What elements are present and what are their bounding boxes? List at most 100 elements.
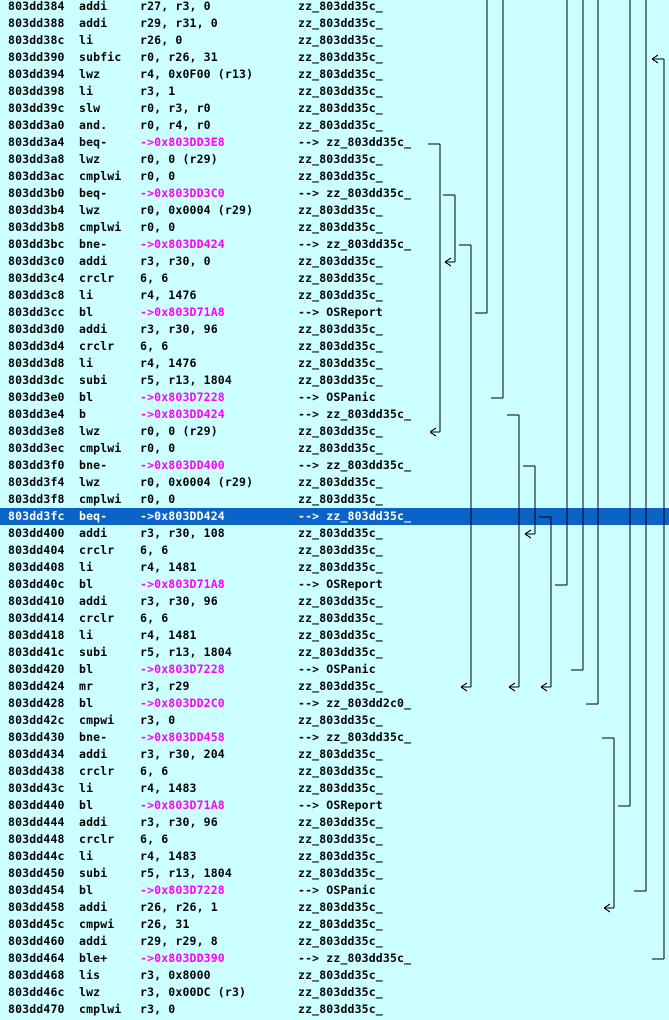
- instruction-operands: ->0x803D71A8: [140, 798, 225, 812]
- instruction-target: zz_803dd35c_: [298, 492, 383, 506]
- instruction-address: 803dd3bc: [8, 237, 65, 251]
- instruction-row[interactable]: 803dd3dc subi r5, r13, 1804 zz_803dd35c_: [0, 372, 669, 389]
- instruction-operands: ->0x803D71A8: [140, 577, 225, 591]
- instruction-row[interactable]: 803dd3cc bl ->0x803D71A8 --> OSReport: [0, 304, 669, 321]
- instruction-row[interactable]: 803dd3d4 crclr 6, 6 zz_803dd35c_: [0, 338, 669, 355]
- instruction-row[interactable]: 803dd3a4 beq- ->0x803DD3E8 --> zz_803dd35c_: [0, 134, 669, 151]
- instruction-row[interactable]: 803dd3d0 addi r3, r30, 96 zz_803dd35c_: [0, 321, 669, 338]
- instruction-operands: r3, r30, 96: [140, 322, 218, 336]
- instruction-row[interactable]: 803dd3bc bne- ->0x803DD424 --> zz_803dd35c_: [0, 236, 669, 253]
- instruction-operands: r26, 31: [140, 917, 190, 931]
- instruction-mnemonic: li: [79, 628, 94, 642]
- instruction-address: 803dd3d4: [8, 339, 65, 353]
- instruction-row[interactable]: 803dd43c li r4, 1483 zz_803dd35c_: [0, 780, 669, 797]
- instruction-mnemonic: b: [79, 407, 87, 421]
- instruction-row[interactable]: 803dd3f0 bne- ->0x803DD400 --> zz_803dd35c_: [0, 457, 669, 474]
- instruction-target: zz_803dd35c_: [298, 33, 383, 47]
- instruction-row[interactable]: 803dd398 li r3, 1 zz_803dd35c_: [0, 83, 669, 100]
- instruction-row-selected[interactable]: 803dd3fc beq- ->0x803DD424 --> zz_803dd35c_: [0, 508, 669, 525]
- instruction-row[interactable]: 803dd38c li r26, 0 zz_803dd35c_: [0, 32, 669, 49]
- instruction-operands: ->0x803D7228: [140, 662, 225, 676]
- instruction-target: zz_803dd35c_: [298, 560, 383, 574]
- instruction-address: 803dd44c: [8, 849, 65, 863]
- instruction-row[interactable]: 803dd384 addi r27, r3, 0 zz_803dd35c_: [0, 0, 669, 15]
- instruction-target: zz_803dd35c_: [298, 50, 383, 64]
- instruction-row[interactable]: 803dd404 crclr 6, 6 zz_803dd35c_: [0, 542, 669, 559]
- instruction-row[interactable]: 803dd390 subfic r0, r26, 31 zz_803dd35c_: [0, 49, 669, 66]
- instruction-row[interactable]: 803dd3c8 li r4, 1476 zz_803dd35c_: [0, 287, 669, 304]
- instruction-row[interactable]: 803dd428 bl ->0x803DD2C0 --> zz_803dd2c0_: [0, 695, 669, 712]
- instruction-row[interactable]: 803dd418 li r4, 1481 zz_803dd35c_: [0, 627, 669, 644]
- instruction-address: 803dd420: [8, 662, 65, 676]
- instruction-operands: ->0x803DD424: [140, 509, 225, 523]
- instruction-row[interactable]: 803dd430 bne- ->0x803DD458 --> zz_803dd35c_: [0, 729, 669, 746]
- instruction-row[interactable]: 803dd3ac cmplwi r0, 0 zz_803dd35c_: [0, 168, 669, 185]
- instruction-address: 803dd3d8: [8, 356, 65, 370]
- instruction-row[interactable]: 803dd460 addi r29, r29, 8 zz_803dd35c_: [0, 933, 669, 950]
- instruction-operands: r0, 0x0004 (r29): [140, 203, 254, 217]
- instruction-row[interactable]: 803dd3c4 crclr 6, 6 zz_803dd35c_: [0, 270, 669, 287]
- instruction-row[interactable]: 803dd3f4 lwz r0, 0x0004 (r29) zz_803dd35c_: [0, 474, 669, 491]
- instruction-row[interactable]: 803dd468 lis r3, 0x8000 zz_803dd35c_: [0, 967, 669, 984]
- instruction-operands: ->0x803D7228: [140, 390, 225, 404]
- instruction-row[interactable]: 803dd3ec cmplwi r0, 0 zz_803dd35c_: [0, 440, 669, 457]
- instruction-row[interactable]: 803dd420 bl ->0x803D7228 --> OSPanic: [0, 661, 669, 678]
- instruction-mnemonic: bl: [79, 577, 94, 591]
- instruction-row[interactable]: 803dd448 crclr 6, 6 zz_803dd35c_: [0, 831, 669, 848]
- instruction-row[interactable]: 803dd3b8 cmplwi r0, 0 zz_803dd35c_: [0, 219, 669, 236]
- instruction-row[interactable]: 803dd3c0 addi r3, r30, 0 zz_803dd35c_: [0, 253, 669, 270]
- instruction-operands: r4, 1481: [140, 560, 197, 574]
- instruction-target: zz_803dd35c_: [298, 0, 383, 13]
- instruction-address: 803dd414: [8, 611, 65, 625]
- instruction-row[interactable]: 803dd400 addi r3, r30, 108 zz_803dd35c_: [0, 525, 669, 542]
- instruction-row[interactable]: 803dd3a0 and. r0, r4, r0 zz_803dd35c_: [0, 117, 669, 134]
- instruction-row[interactable]: 803dd3f8 cmplwi r0, 0 zz_803dd35c_: [0, 491, 669, 508]
- instruction-address: 803dd470: [8, 1002, 65, 1016]
- instruction-operands: r26, 0: [140, 33, 183, 47]
- instruction-row[interactable]: 803dd458 addi r26, r26, 1 zz_803dd35c_: [0, 899, 669, 916]
- instruction-operands: ->0x803DD390: [140, 951, 225, 965]
- instruction-row[interactable]: 803dd470 cmplwi r3, 0 zz_803dd35c_: [0, 1001, 669, 1018]
- instruction-row[interactable]: 803dd438 crclr 6, 6 zz_803dd35c_: [0, 763, 669, 780]
- instruction-row[interactable]: 803dd394 lwz r4, 0x0F00 (r13) zz_803dd35c_: [0, 66, 669, 83]
- instruction-row[interactable]: 803dd3e4 b ->0x803DD424 --> zz_803dd35c_: [0, 406, 669, 423]
- instruction-row[interactable]: 803dd454 bl ->0x803D7228 --> OSPanic: [0, 882, 669, 899]
- instruction-row[interactable]: 803dd3a8 lwz r0, 0 (r29) zz_803dd35c_: [0, 151, 669, 168]
- instruction-row[interactable]: 803dd434 addi r3, r30, 204 zz_803dd35c_: [0, 746, 669, 763]
- instruction-operands: 6, 6: [140, 339, 169, 353]
- instruction-row[interactable]: 803dd444 addi r3, r30, 96 zz_803dd35c_: [0, 814, 669, 831]
- instruction-row[interactable]: 803dd3e8 lwz r0, 0 (r29) zz_803dd35c_: [0, 423, 669, 440]
- instruction-row[interactable]: 803dd408 li r4, 1481 zz_803dd35c_: [0, 559, 669, 576]
- instruction-target: zz_803dd35c_: [298, 254, 383, 268]
- instruction-row[interactable]: 803dd45c cmpwi r26, 31 zz_803dd35c_: [0, 916, 669, 933]
- instruction-row[interactable]: 803dd3b0 beq- ->0x803DD3C0 --> zz_803dd35c_: [0, 185, 669, 202]
- instruction-row[interactable]: 803dd388 addi r29, r31, 0 zz_803dd35c_: [0, 15, 669, 32]
- instruction-row[interactable]: 803dd44c li r4, 1483 zz_803dd35c_: [0, 848, 669, 865]
- instruction-target: zz_803dd35c_: [298, 203, 383, 217]
- instruction-mnemonic: ble+: [79, 951, 108, 965]
- instruction-row[interactable]: 803dd41c subi r5, r13, 1804 zz_803dd35c_: [0, 644, 669, 661]
- instruction-row[interactable]: 803dd450 subi r5, r13, 1804 zz_803dd35c_: [0, 865, 669, 882]
- instruction-mnemonic: addi: [79, 934, 108, 948]
- instruction-address: 803dd3e4: [8, 407, 65, 421]
- instruction-row[interactable]: 803dd3e0 bl ->0x803D7228 --> OSPanic: [0, 389, 669, 406]
- instruction-target: zz_803dd35c_: [298, 220, 383, 234]
- instruction-row[interactable]: 803dd3b4 lwz r0, 0x0004 (r29) zz_803dd35c_: [0, 202, 669, 219]
- instruction-row[interactable]: 803dd410 addi r3, r30, 96 zz_803dd35c_: [0, 593, 669, 610]
- instruction-row[interactable]: 803dd464 ble+ ->0x803DD390 --> zz_803dd35c_: [0, 950, 669, 967]
- instruction-row[interactable]: 803dd414 crclr 6, 6 zz_803dd35c_: [0, 610, 669, 627]
- instruction-row[interactable]: 803dd424 mr r3, r29 zz_803dd35c_: [0, 678, 669, 695]
- instruction-row[interactable]: 803dd40c bl ->0x803D71A8 --> OSReport: [0, 576, 669, 593]
- instruction-row[interactable]: 803dd42c cmpwi r3, 0 zz_803dd35c_: [0, 712, 669, 729]
- instruction-row[interactable]: 803dd39c slw r0, r3, r0 zz_803dd35c_: [0, 100, 669, 117]
- instruction-mnemonic: bl: [79, 662, 94, 676]
- instruction-operands: r0, 0 (r29): [140, 152, 218, 166]
- instruction-operands: r4, 1481: [140, 628, 197, 642]
- instruction-row[interactable]: 803dd3d8 li r4, 1476 zz_803dd35c_: [0, 355, 669, 372]
- instruction-operands: r3, 0x00DC (r3): [140, 985, 247, 999]
- instruction-mnemonic: li: [79, 356, 94, 370]
- instruction-row[interactable]: 803dd46c lwz r3, 0x00DC (r3) zz_803dd35c_: [0, 984, 669, 1001]
- instruction-target: --> zz_803dd35c_: [298, 730, 412, 744]
- instruction-row[interactable]: 803dd440 bl ->0x803D71A8 --> OSReport: [0, 797, 669, 814]
- instruction-mnemonic: crclr: [79, 611, 115, 625]
